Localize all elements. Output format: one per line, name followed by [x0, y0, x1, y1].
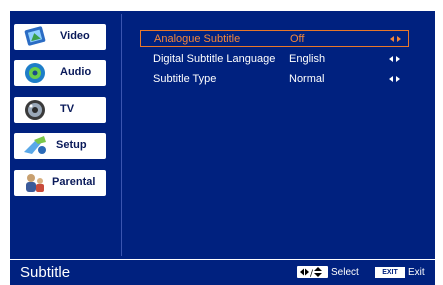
setting-value: Normal: [289, 73, 325, 85]
setting-row-digital-subtitle-language[interactable]: Digital Subtitle Language English: [140, 51, 409, 68]
setting-row-analogue-subtitle[interactable]: Analogue Subtitle Off: [140, 30, 409, 47]
exit-key[interactable]: EXIT: [375, 267, 405, 278]
left-right-arrows-icon[interactable]: [389, 35, 405, 44]
left-right-arrows-icon[interactable]: [388, 55, 404, 64]
audio-icon: [20, 59, 50, 87]
left-right-arrows-icon[interactable]: [388, 75, 404, 84]
setting-row-subtitle-type[interactable]: Subtitle Type Normal: [140, 71, 409, 88]
select-hint: Select: [331, 267, 359, 278]
menu-item-parental[interactable]: Parental: [14, 170, 106, 196]
setting-name: Subtitle Type: [153, 73, 217, 85]
setting-name: Digital Subtitle Language: [153, 53, 276, 65]
panel-divider: [121, 14, 122, 256]
menu-item-setup[interactable]: Setup: [14, 133, 106, 159]
menu-item-label: Video: [60, 30, 90, 42]
menu-item-label: TV: [60, 103, 75, 115]
tv-icon: [20, 96, 50, 124]
menu-item-label: Audio: [60, 66, 92, 78]
page-title: Subtitle: [20, 264, 71, 281]
setting-value: English: [289, 53, 326, 65]
menu-item-audio[interactable]: Audio: [14, 60, 106, 86]
video-icon: [20, 23, 50, 51]
menu-item-tv[interactable]: TV: [14, 97, 106, 123]
svg-text:/: /: [310, 269, 314, 278]
setting-name: Analogue Subtitle: [154, 33, 241, 45]
parental-icon: [20, 169, 50, 197]
menu-item-label: Parental: [52, 176, 96, 188]
setup-icon: [20, 132, 50, 160]
exit-hint: Exit: [408, 267, 425, 278]
footer-bar: Subtitle / Select EXIT Exit: [10, 260, 435, 285]
menu-screen: Video Audio TV Setup Parental Analogue S…: [0, 0, 443, 285]
menu-item-label: Setup: [56, 139, 87, 151]
menu-item-video[interactable]: Video: [14, 24, 106, 50]
setting-value: Off: [290, 33, 305, 45]
navigate-key-icon: /: [297, 266, 328, 278]
